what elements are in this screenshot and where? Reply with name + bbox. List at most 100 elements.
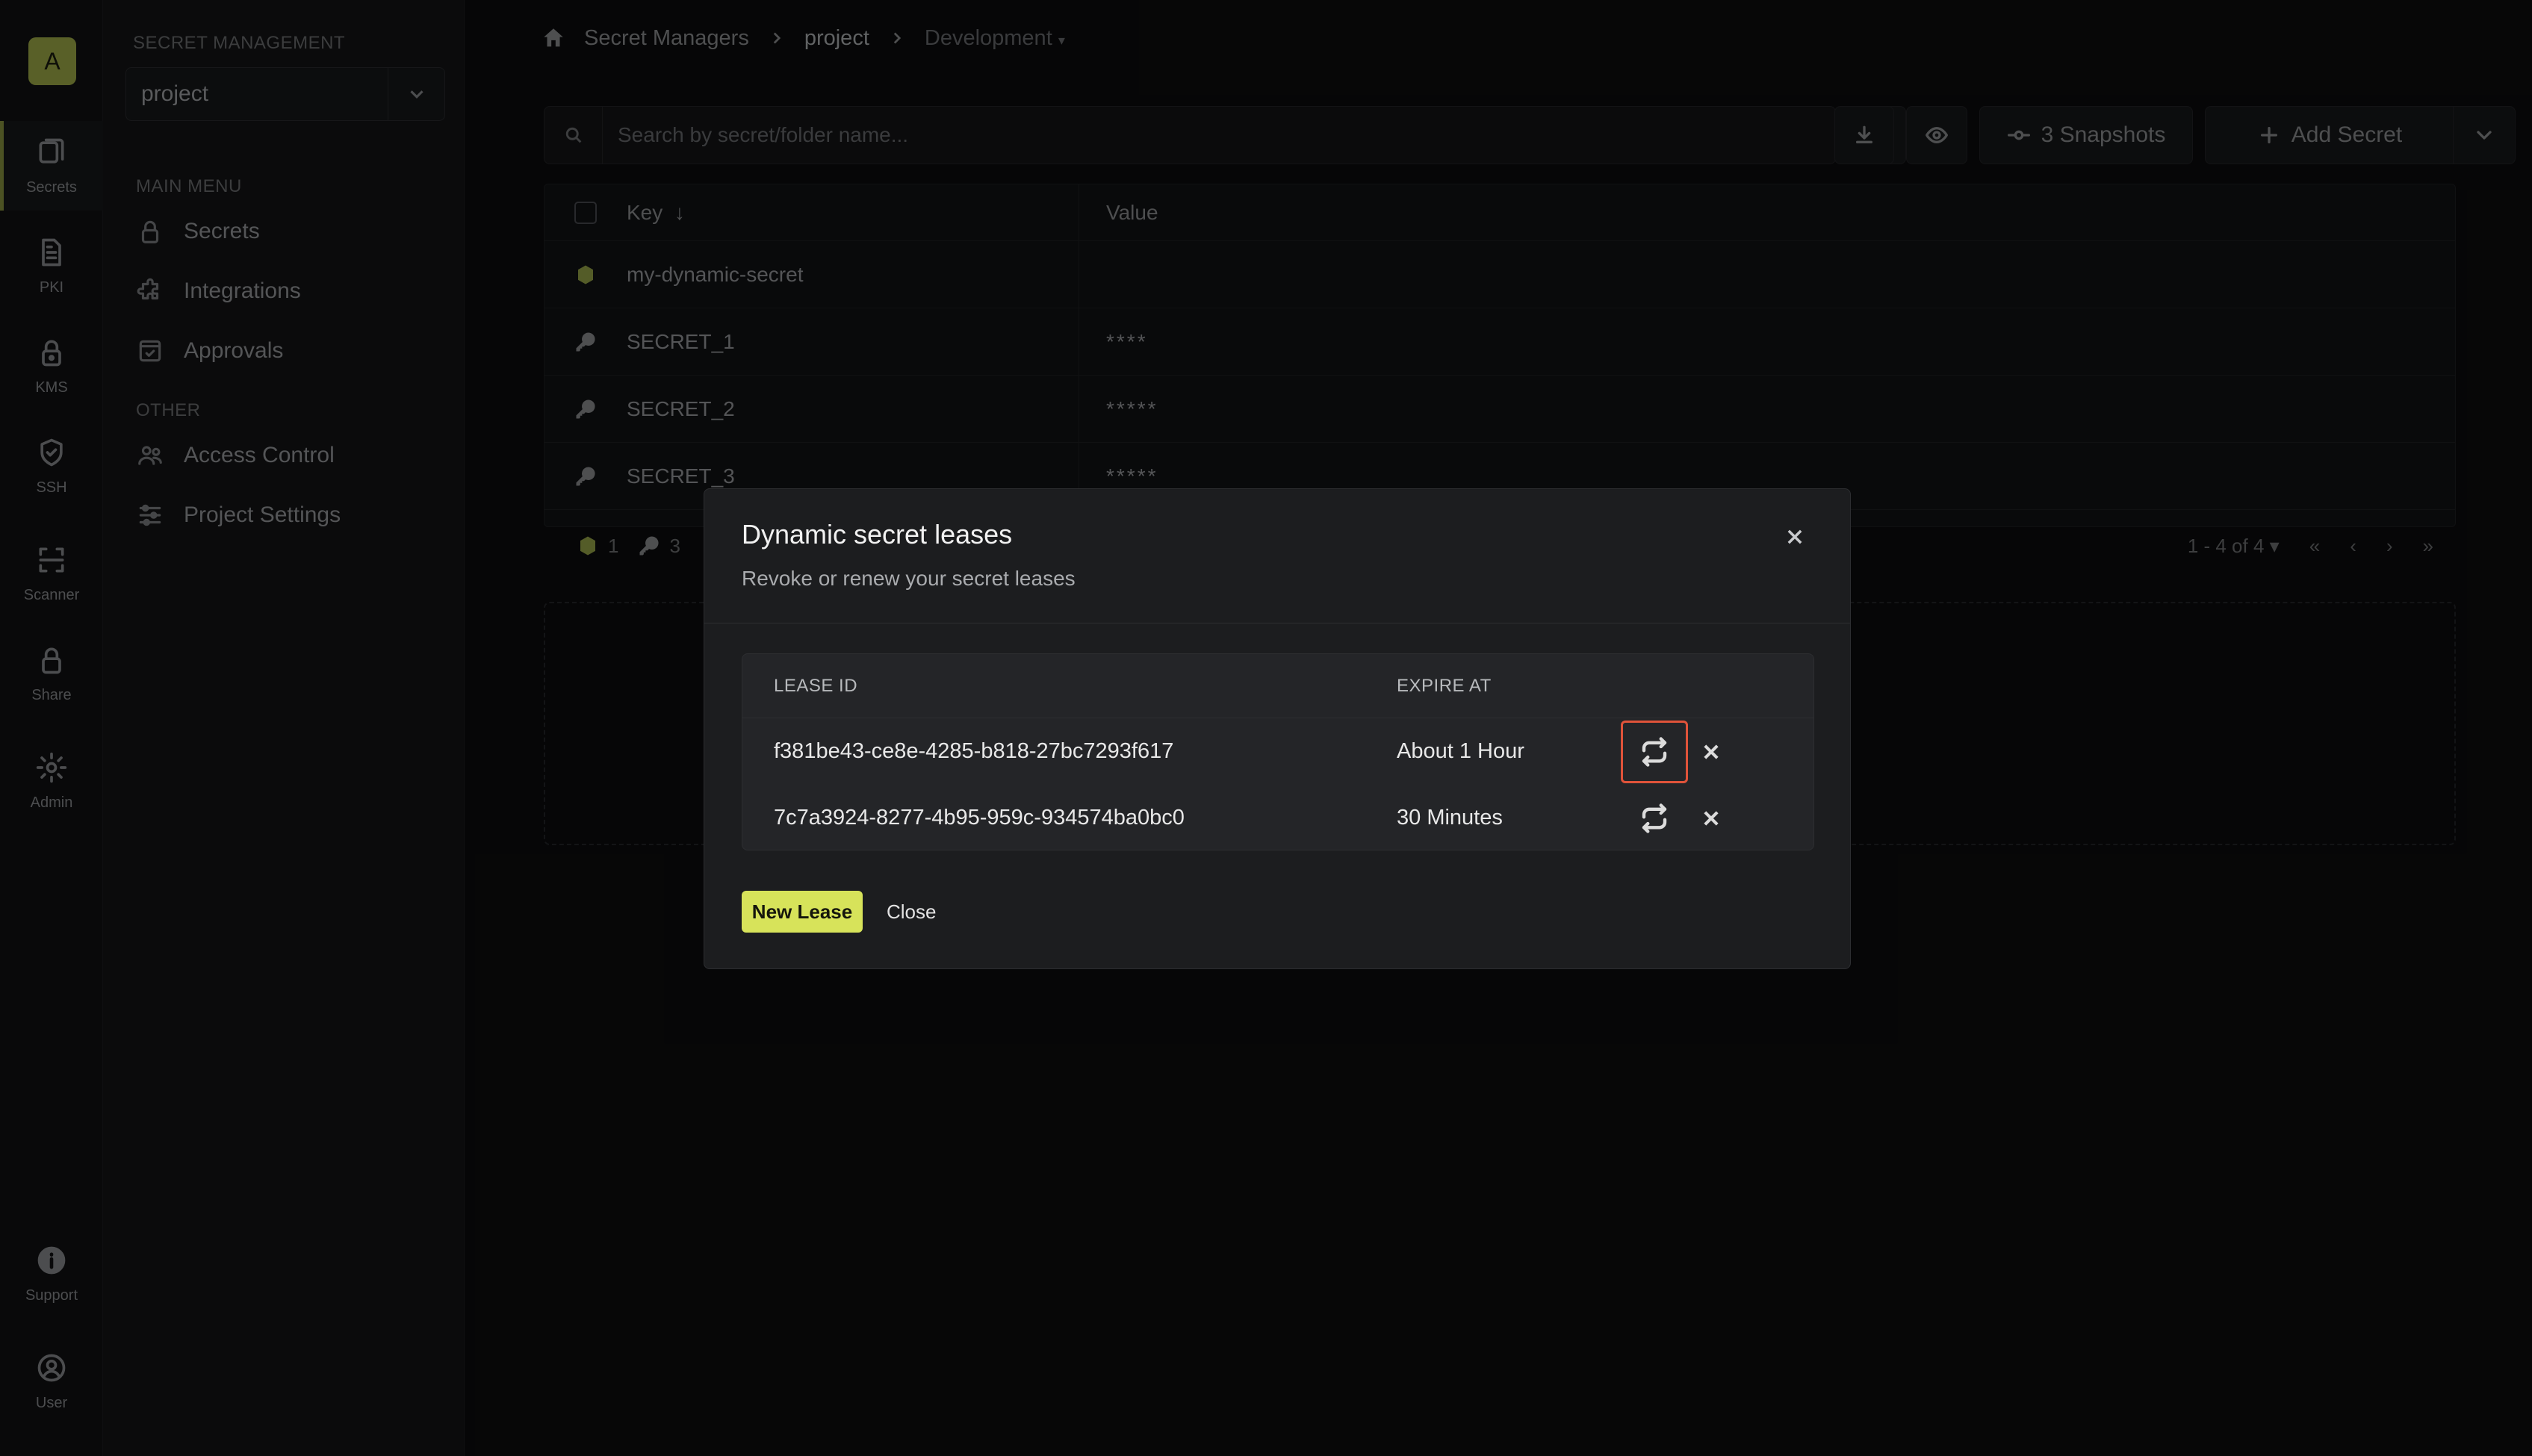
lock-icon [42, 647, 61, 673]
org-avatar[interactable]: A [28, 37, 76, 85]
snapshots-button[interactable]: 3 Snapshots [1979, 106, 2193, 164]
chevron-right-icon [893, 32, 902, 44]
key-column-header[interactable]: Key ↓ [627, 184, 1079, 240]
rail-label: PKI [39, 279, 64, 296]
static-count: 3 [638, 535, 680, 558]
dynamic-count: 1 [577, 535, 618, 558]
sidebar-item-access-control[interactable]: Access Control [136, 433, 335, 478]
sidebar-item-label: Integrations [184, 279, 301, 303]
reveal-button[interactable] [1906, 106, 1967, 164]
user-icon [37, 1354, 66, 1381]
rail-label: Admin [30, 794, 73, 811]
key-icon [576, 399, 595, 418]
sidebar-item-label: Project Settings [184, 503, 341, 527]
add-secret-button[interactable]: Add Secret [2205, 106, 2454, 164]
lease-actions [1621, 720, 1730, 783]
value-column-header: Value [1106, 200, 1158, 224]
download-icon [1856, 125, 1872, 143]
expire-at-header: EXPIRE AT [1397, 675, 1492, 696]
table-header: Key ↓ Value [544, 184, 2455, 241]
last-page-icon[interactable]: » [2423, 535, 2433, 558]
revoke-lease-button[interactable] [1692, 787, 1730, 850]
prev-page-icon[interactable]: ‹ [2350, 535, 2356, 558]
project-select[interactable]: project [125, 67, 445, 121]
lease-row: 7c7a3924-8277-4b95-959c-934574ba0bc0 30 … [742, 785, 1813, 850]
home-icon[interactable] [541, 25, 566, 51]
rail-item-support[interactable]: Support [0, 1229, 103, 1319]
revoke-lease-button[interactable] [1692, 721, 1730, 783]
download-button[interactable] [1834, 106, 1894, 164]
modal-close-button[interactable] [1780, 522, 1810, 552]
modal-subtitle: Revoke or renew your secret leases [742, 567, 1076, 590]
pagination-range[interactable]: 1 - 4 of 4 ▾ [2188, 535, 2280, 558]
breadcrumb-environment[interactable]: Development ▾ [925, 26, 1065, 51]
modal-header: Dynamic secret leases Revoke or renew yo… [704, 489, 1850, 623]
renew-lease-button[interactable] [1621, 787, 1688, 850]
renew-icon [1642, 803, 1667, 833]
breadcrumb-project[interactable]: project [804, 26, 869, 51]
key-icon [576, 332, 595, 351]
key-icon [639, 536, 660, 556]
breadcrumb-root[interactable]: Secret Managers [584, 26, 749, 51]
lease-id: 7c7a3924-8277-4b95-959c-934574ba0bc0 [774, 806, 1185, 830]
first-page-icon[interactable]: « [2309, 535, 2320, 558]
rail-label: Support [25, 1287, 78, 1304]
next-page-icon[interactable]: › [2386, 535, 2393, 558]
shield-icon [40, 438, 63, 466]
sort-down-icon: ↓ [674, 200, 685, 224]
plus-icon [2260, 127, 2277, 143]
lease-id-header: LEASE ID [774, 675, 858, 696]
rail-item-user[interactable]: User [0, 1337, 103, 1426]
secret-key: SECRET_2 [627, 376, 1079, 442]
caret-down-icon: ▾ [1058, 32, 1065, 48]
sidebar-item-project-settings[interactable]: Project Settings [136, 493, 341, 538]
close-modal-button[interactable]: Close [887, 891, 936, 933]
key-header-label: Key [627, 200, 663, 224]
project-select-toggle[interactable] [388, 68, 444, 120]
icon-rail: A Secrets PKI KMS SSH Scanner Share Admi… [0, 0, 103, 1456]
sidebar-item-integrations[interactable]: Integrations [136, 269, 301, 314]
rail-item-pki[interactable]: PKI [0, 221, 103, 311]
sidebar-section-title: SECRET MANAGEMENT [133, 33, 346, 53]
row-icon-cell [544, 465, 627, 488]
eye-icon [1926, 127, 1948, 143]
puzzle-icon [137, 278, 159, 300]
rail-item-secrets[interactable]: Secrets [0, 121, 103, 211]
rail-item-kms[interactable]: KMS [0, 321, 103, 411]
new-lease-button[interactable]: New Lease [742, 891, 863, 933]
users-icon [138, 446, 162, 465]
chevron-right-icon [773, 32, 781, 44]
static-count-value: 3 [669, 534, 680, 557]
rail-label: Share [31, 686, 72, 703]
sliders-icon [139, 504, 161, 526]
row-icon-cell [544, 331, 627, 353]
rail-item-share[interactable]: Share [0, 629, 103, 718]
rail-item-ssh[interactable]: SSH [0, 421, 103, 511]
key-icon [576, 466, 595, 485]
add-secret-menu-button[interactable] [2453, 106, 2516, 164]
sidebar-item-label: Approvals [184, 338, 284, 363]
environment-label: Development [924, 25, 1052, 50]
breadcrumb: Secret Managers project Development ▾ [541, 25, 1065, 51]
secret-key: my-dynamic-secret [627, 241, 1079, 308]
gear-icon [36, 752, 67, 783]
chevron-down-icon [2477, 131, 2492, 140]
renew-lease-button[interactable] [1621, 720, 1688, 783]
rail-item-scanner[interactable]: Scanner [0, 529, 103, 618]
document-icon [42, 238, 61, 266]
scan-icon [39, 547, 64, 572]
search-input[interactable] [603, 107, 1835, 164]
select-all-checkbox[interactable] [574, 201, 597, 224]
lease-expire: 30 Minutes [1397, 806, 1503, 830]
table-row[interactable]: my-dynamic-secret [544, 241, 2455, 308]
table-row[interactable]: SECRET_1 **** [544, 308, 2455, 376]
pagination-range-text: 1 - 4 of 4 [2187, 534, 2265, 557]
table-row[interactable]: SECRET_2 ***** [544, 376, 2455, 443]
select-all-cell [544, 201, 627, 224]
dynamic-secret-icon [578, 265, 593, 284]
sidebar-item-label: Secrets [184, 219, 260, 243]
rail-label: SSH [36, 479, 67, 496]
sidebar-item-secrets[interactable]: Secrets [136, 209, 260, 254]
sidebar-item-approvals[interactable]: Approvals [136, 329, 283, 373]
rail-item-admin[interactable]: Admin [0, 736, 103, 826]
